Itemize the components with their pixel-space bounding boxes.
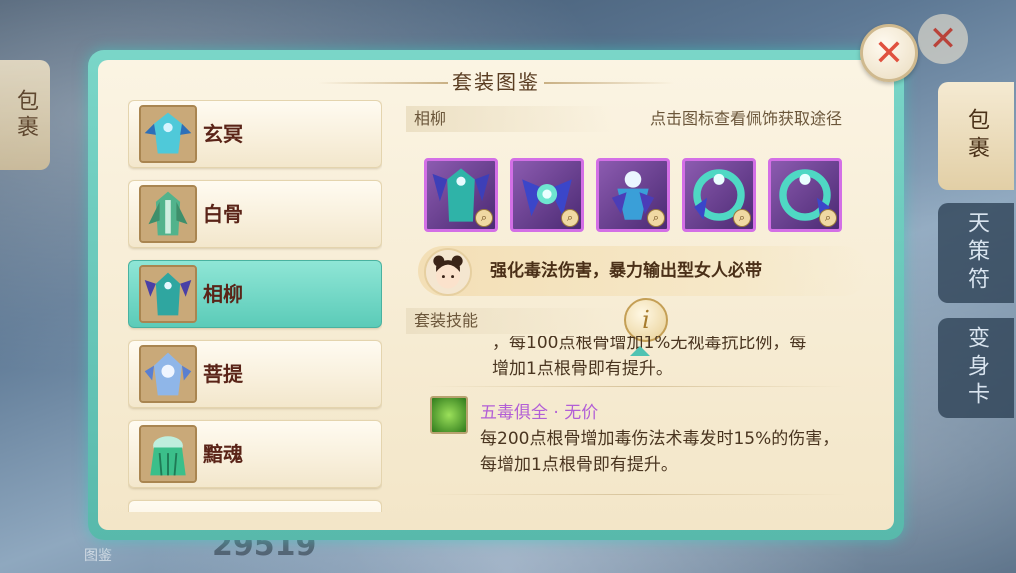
dialog-title: 套装图鉴 (452, 70, 540, 94)
wing-ornament-icon[interactable]: ⌕ (510, 158, 584, 232)
list-item-label: 相柳 (203, 282, 243, 306)
list-item-anhun[interactable]: 黯魂 (128, 420, 382, 488)
list-item-partial[interactable] (128, 500, 382, 512)
set-skills-header: 套装技能 (406, 308, 614, 334)
flower-pendant-icon[interactable]: ⌕ (596, 158, 670, 232)
list-item-label: 黯魂 (203, 442, 243, 466)
list-item-xiangliu[interactable]: 相柳 (128, 260, 382, 328)
jade-bracelet-icon[interactable]: ⌕ (768, 158, 842, 232)
list-item-label: 白骨 (203, 202, 243, 226)
previous-skill-line: 增加1点根骨即有提升。 (492, 359, 673, 379)
bag-tab-left[interactable]: 包裹 (0, 60, 50, 170)
puti-set-icon (139, 345, 197, 403)
magnify-icon: ⌕ (733, 209, 751, 227)
info-caret-icon (630, 346, 650, 356)
set-description: 强化毒法伤害，暴力输出型女人必带 (490, 261, 762, 281)
skill-name: 五毒俱全 · 无价 (480, 403, 599, 423)
side-tab-tiance[interactable]: 天策符 (938, 203, 1014, 303)
divider (426, 386, 846, 387)
skill-description: 每200点根骨增加毒伤法术毒发时15%的伤害，每增加1点根骨即有提升。 (480, 429, 840, 475)
skill-poison-icon[interactable] (430, 396, 468, 434)
list-item-puti[interactable]: 菩提 (128, 340, 382, 408)
skill-list[interactable]: ，每100点根骨增加1%无视毒抗比例，每 增加1点根骨即有提升。 五毒俱全 · … (408, 336, 858, 512)
magnify-icon: ⌕ (561, 209, 579, 227)
list-item-label: 菩提 (203, 362, 243, 386)
set-name-header: 相柳 (406, 106, 614, 132)
side-tab-transform[interactable]: 变身卡 (938, 318, 1014, 418)
list-item-xuanming[interactable]: 玄冥 (128, 100, 382, 168)
set-detail-panel: 相柳 点击图标查看佩饰获取途径 ⌕ ⌕ ⌕ ⌕ ⌕ 强化毒法伤害，暴力输出型女人… (398, 100, 868, 518)
side-tab-bag[interactable]: 包裹 (938, 82, 1014, 190)
magnify-icon: ⌕ (475, 209, 493, 227)
divider (426, 494, 846, 495)
background-close-icon[interactable]: ✕ (918, 14, 968, 64)
anhun-set-icon (139, 425, 197, 483)
xiangliu-set-icon (139, 265, 197, 323)
set-list[interactable]: 玄冥 白骨 相柳 菩提 黯魂 (128, 100, 382, 512)
close-button[interactable]: ✕ (860, 24, 918, 82)
slot-hint: 点击图标查看佩饰获取途径 (649, 109, 842, 128)
magnify-icon: ⌕ (647, 209, 665, 227)
avatar (424, 248, 472, 296)
list-item-label: 玄冥 (203, 122, 243, 146)
background-label: 图鉴 (84, 548, 112, 564)
magnify-icon: ⌕ (819, 209, 837, 227)
jade-bracelet-icon[interactable]: ⌕ (682, 158, 756, 232)
xuanming-set-icon (139, 105, 197, 163)
baigu-set-icon (139, 185, 197, 243)
robe-icon[interactable]: ⌕ (424, 158, 498, 232)
list-item-baigu[interactable]: 白骨 (128, 180, 382, 248)
previous-skill-text: ，每100点根骨增加1%无视毒抗比例，每 增加1点根骨即有提升。 (492, 336, 806, 382)
